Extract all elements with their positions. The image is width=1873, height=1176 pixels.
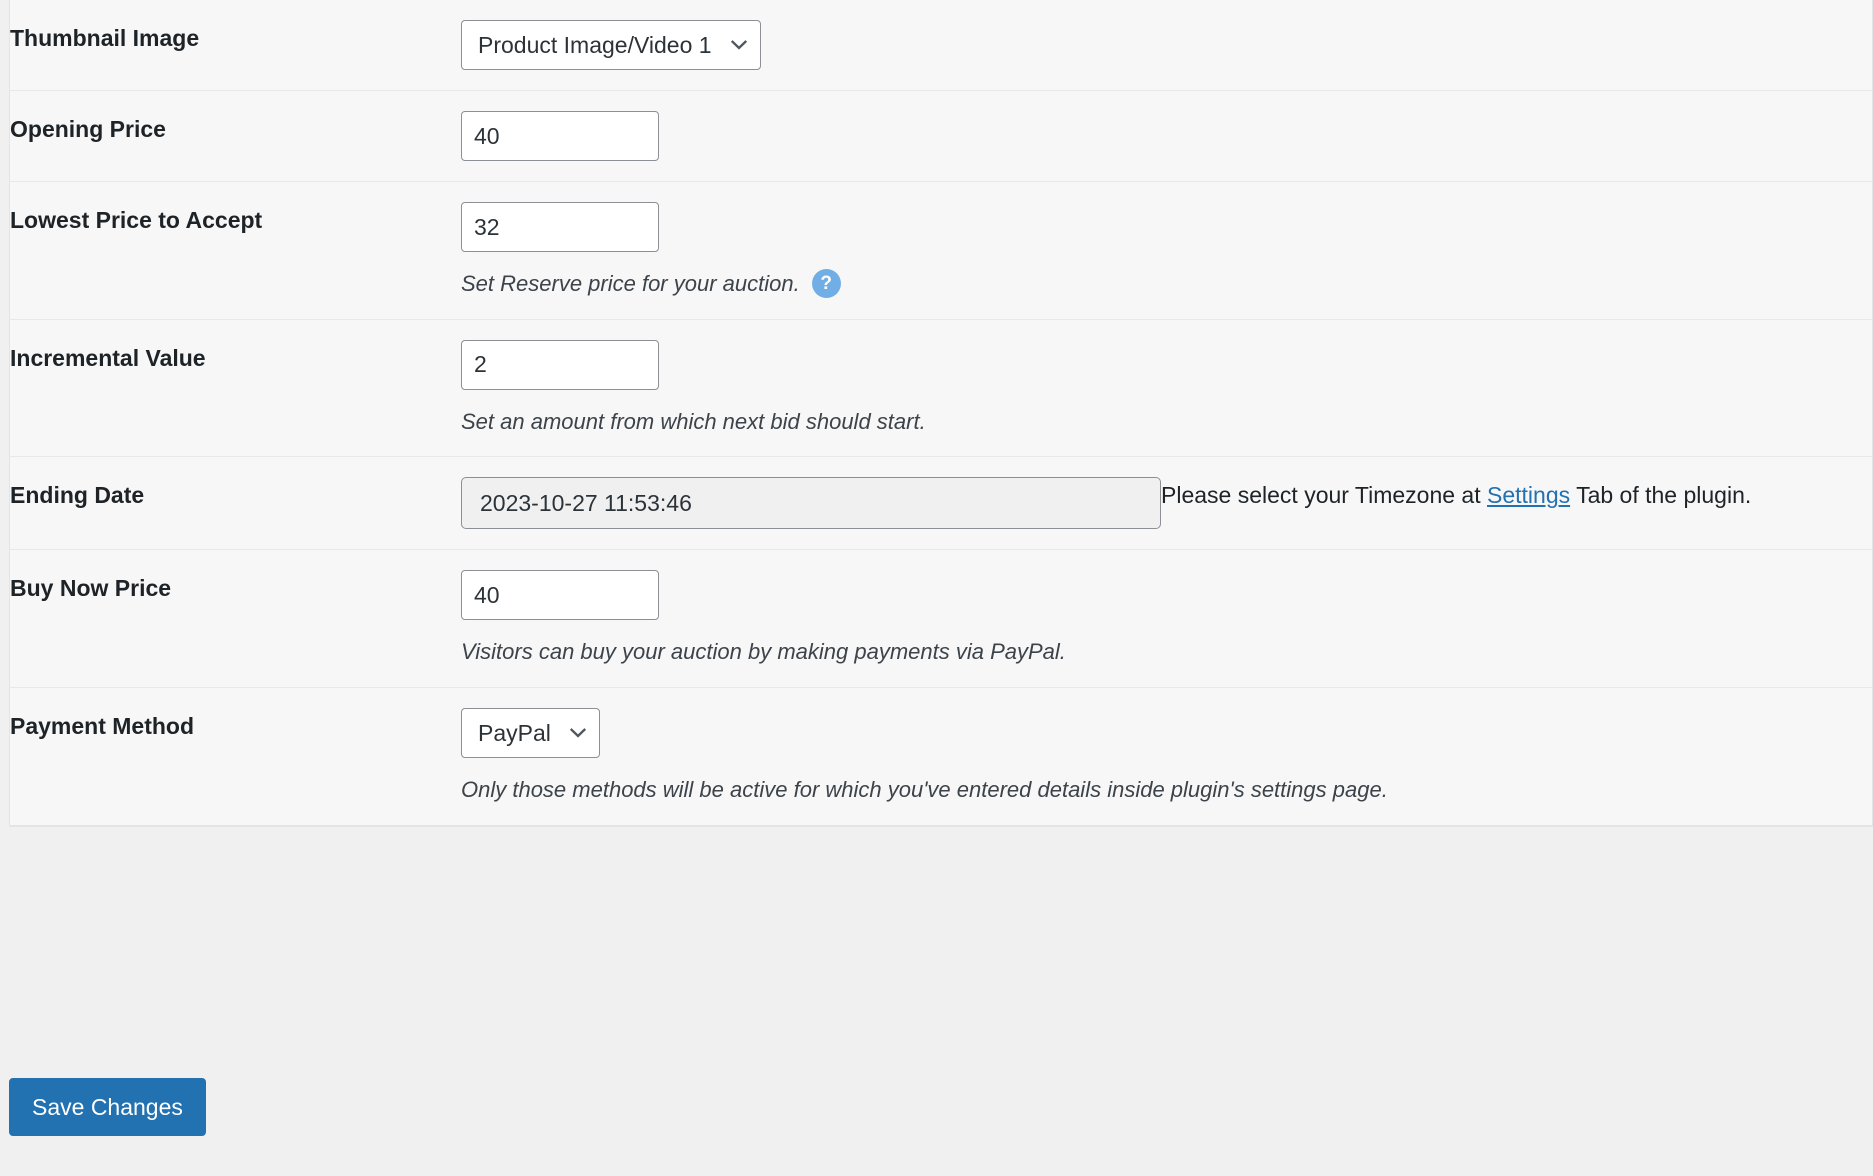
thumbnail-image-select-value: Product Image/Video 1: [478, 32, 712, 58]
form-row-buy-now-price: Buy Now Price Visitors can buy your auct…: [10, 549, 1872, 687]
lowest-price-description-row: Set Reserve price for your auction. ?: [461, 269, 1872, 299]
ending-date-note: Please select your Timezone at Settings …: [461, 477, 1752, 530]
form-row-opening-price: Opening Price: [10, 90, 1872, 181]
payment-method-description: Only those methods will be active for wh…: [461, 777, 1388, 803]
payment-method-select-value: PayPal: [478, 720, 551, 747]
opening-price-input[interactable]: [461, 111, 659, 161]
field-control-opening-price: [461, 91, 1872, 181]
field-label-incremental-value: Incremental Value: [10, 344, 206, 371]
incremental-value-description: Set an amount from which next bid should…: [461, 408, 926, 434]
form-row-thumbnail-image: Thumbnail Image Product Image/Video 1: [10, 0, 1872, 90]
submit-area: Save Changes: [9, 1078, 1873, 1136]
form-row-ending-date: Ending Date Please select your Timezone …: [10, 456, 1872, 549]
field-label-lowest-price: Lowest Price to Accept: [10, 207, 263, 233]
buy-now-price-input[interactable]: [461, 570, 659, 621]
field-label-opening-price: Opening Price: [10, 116, 166, 142]
save-changes-button[interactable]: Save Changes: [9, 1078, 206, 1136]
field-control-incremental-value: Set an amount from which next bid should…: [461, 320, 1872, 457]
field-label-buy-now-price: Buy Now Price: [10, 575, 172, 602]
field-control-lowest-price: Set Reserve price for your auction. ?: [461, 182, 1872, 319]
field-label-thumbnail-image: Thumbnail Image: [10, 25, 200, 51]
field-label-ending-date: Ending Date: [10, 482, 145, 509]
form-row-incremental-value: Incremental Value Set an amount from whi…: [10, 318, 1872, 457]
settings-tab-link[interactable]: Settings: [1487, 482, 1570, 508]
field-control-ending-date: Please select your Timezone at Settings …: [461, 457, 1872, 549]
settings-form-table: Thumbnail Image Product Image/Video 1 Op…: [9, 0, 1873, 827]
help-circle-icon[interactable]: ?: [811, 269, 841, 299]
incremental-value-input[interactable]: [461, 339, 659, 390]
thumbnail-image-select[interactable]: Product Image/Video 1: [461, 20, 761, 70]
ending-date-note-after: Tab of the plugin.: [1570, 482, 1752, 509]
form-row-payment-method: Payment Method PayPal Only those methods…: [10, 687, 1872, 825]
lowest-price-input[interactable]: [461, 202, 659, 252]
lowest-price-description: Set Reserve price for your auction.: [461, 271, 800, 296]
field-control-payment-method: PayPal Only those methods will be active…: [461, 688, 1872, 825]
field-control-buy-now-price: Visitors can buy your auction by making …: [461, 550, 1872, 687]
buy-now-price-description: Visitors can buy your auction by making …: [461, 639, 1066, 665]
form-row-lowest-price: Lowest Price to Accept Set Reserve price…: [10, 181, 1872, 319]
ending-date-note-before: Please select your Timezone at: [1161, 482, 1487, 509]
ending-date-input[interactable]: [461, 477, 1161, 530]
field-label-payment-method: Payment Method: [10, 713, 195, 740]
payment-method-select[interactable]: PayPal: [461, 708, 600, 759]
field-control-thumbnail-image: Product Image/Video 1: [461, 0, 1872, 90]
